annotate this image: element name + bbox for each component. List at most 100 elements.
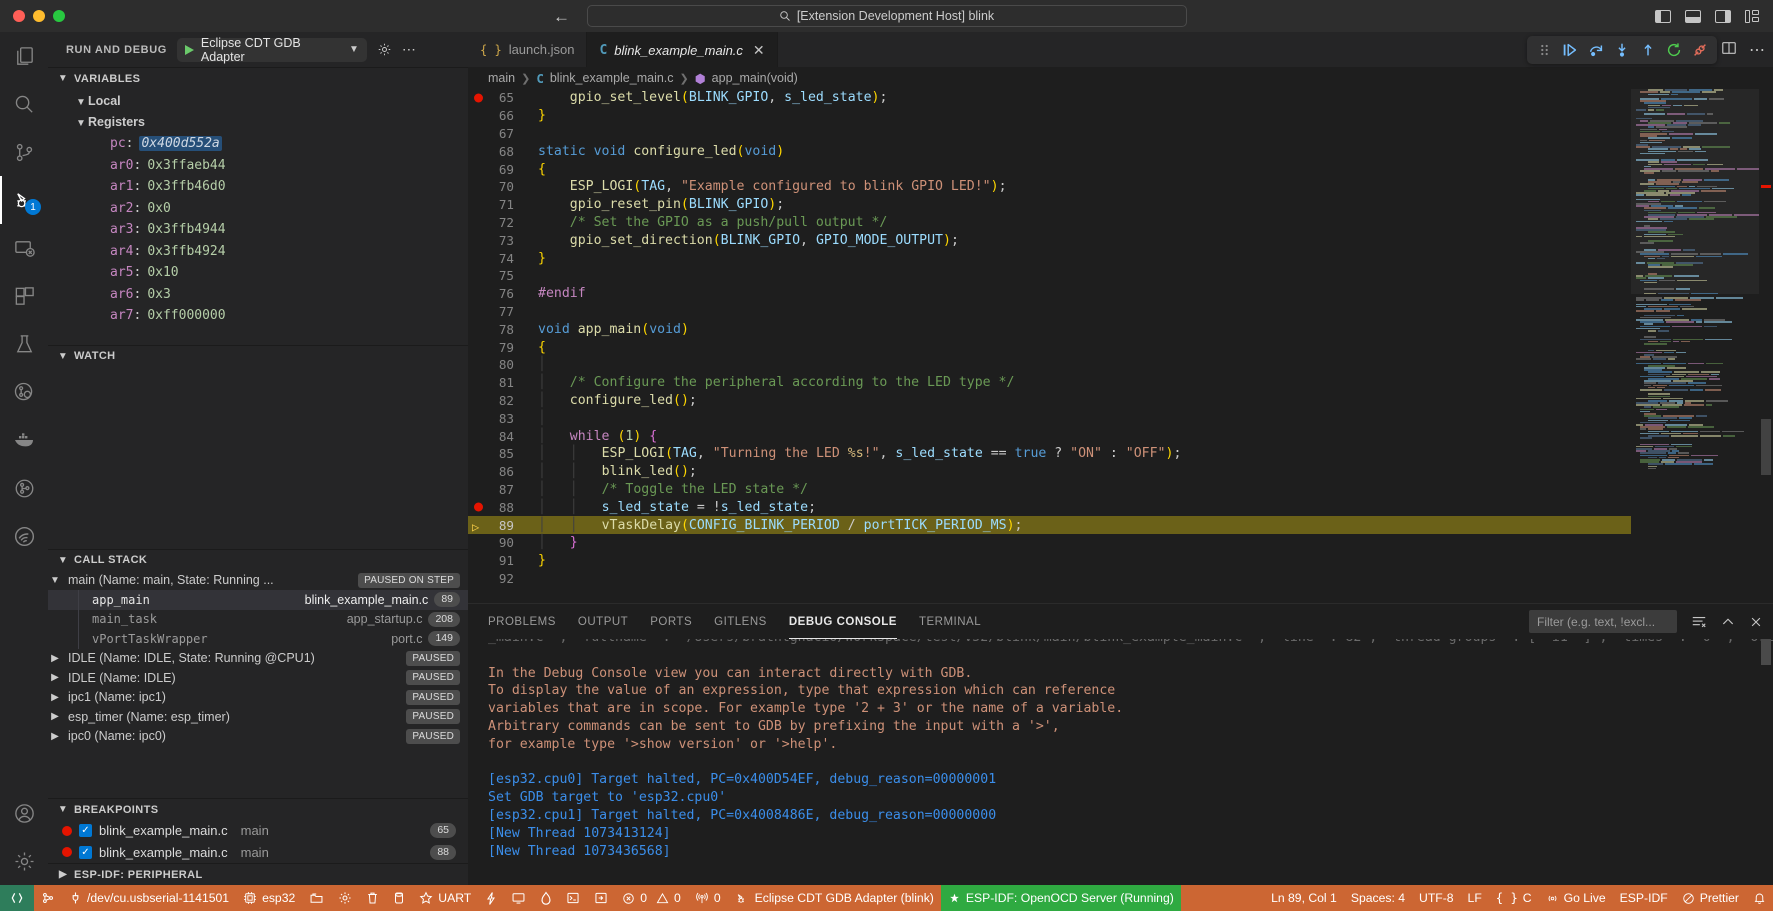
line-number[interactable]: 77 — [468, 304, 526, 319]
encoding-button[interactable]: UTF-8 — [1412, 885, 1461, 911]
build-folder-button[interactable] — [302, 885, 331, 911]
idf-monitor-button[interactable] — [533, 885, 559, 911]
variable-value[interactable]: 0x3 — [147, 287, 170, 302]
console-scrollbar-thumb[interactable] — [1761, 639, 1771, 665]
sidebar-item-source-control[interactable] — [0, 128, 48, 176]
qemu-button[interactable] — [587, 885, 615, 911]
variable-row[interactable]: ar2:0x0 — [48, 198, 468, 220]
breakpoint-checkbox[interactable]: ✓ — [79, 824, 92, 837]
clear-console-button[interactable] — [1691, 614, 1707, 630]
code-content[interactable]: 65 gpio_set_level(BLINK_GPIO, s_led_stat… — [468, 89, 1631, 603]
variable-row[interactable]: pc:0x400d552a — [48, 133, 468, 155]
line-number[interactable]: 69 — [468, 162, 526, 177]
more-actions-button[interactable]: ⋯ — [1749, 40, 1765, 60]
sidebar-item-docker[interactable] — [0, 416, 48, 464]
variable-value[interactable]: 0x3ffb4944 — [147, 222, 225, 237]
callstack-frame[interactable]: vPortTaskWrapper port.c 149 — [48, 629, 468, 649]
restart-button[interactable] — [1661, 37, 1687, 63]
chevron-right-icon[interactable]: ▶ — [48, 711, 62, 722]
full-clean-button[interactable] — [359, 885, 386, 911]
line-number[interactable]: 73 — [468, 233, 526, 248]
variables-group-local[interactable]: ▼Local — [48, 90, 468, 112]
code-line[interactable]: 83│ — [468, 409, 1631, 427]
chevron-right-icon[interactable]: ▶ — [48, 672, 62, 683]
section-watch-header[interactable]: ▼ WATCH — [48, 345, 468, 367]
variable-row[interactable]: ar1:0x3ffb46d0 — [48, 176, 468, 198]
variable-value[interactable]: 0x10 — [147, 265, 178, 280]
customize-layout-button[interactable] — [1745, 10, 1761, 23]
debug-console-output[interactable]: _main.c' , 'fullname' : '/Users/brathtgn… — [468, 639, 1773, 885]
line-number[interactable]: 70 — [468, 179, 526, 194]
tab-terminal[interactable]: TERMINAL — [919, 604, 981, 639]
minimize-window-button[interactable] — [33, 10, 45, 22]
code-line[interactable]: 84│ while (1) { — [468, 427, 1631, 445]
monitor-device-button[interactable] — [504, 885, 533, 911]
code-line[interactable]: 68static void configure_led(void) — [468, 142, 1631, 160]
code-line[interactable]: 80│ — [468, 356, 1631, 374]
code-line[interactable]: 81│ /* Configure the peripheral accordin… — [468, 374, 1631, 392]
open-terminal-button[interactable] — [559, 885, 587, 911]
gear-icon[interactable] — [377, 42, 392, 57]
tab-problems[interactable]: PROBLEMS — [488, 604, 556, 639]
remote-window-button[interactable] — [0, 885, 34, 911]
quick-open-input[interactable]: [Extension Development Host] blink — [587, 5, 1187, 27]
code-line[interactable]: 67 — [468, 125, 1631, 143]
toggle-secondary-sidebar-button[interactable] — [1715, 10, 1731, 23]
variable-value[interactable]: 0x3ffb4924 — [147, 244, 225, 259]
line-number[interactable]: 75 — [468, 268, 526, 283]
line-number[interactable]: 72 — [468, 215, 526, 230]
variable-row[interactable]: ar5:0x10 — [48, 262, 468, 284]
variable-value[interactable]: 0x3ffb46d0 — [147, 179, 225, 194]
line-number[interactable]: 71 — [468, 197, 526, 212]
flash-method-button[interactable]: UART — [412, 885, 478, 911]
variable-value[interactable]: 0x400d552a — [139, 136, 221, 151]
close-icon[interactable]: ✕ — [753, 43, 765, 57]
code-line[interactable]: 65 gpio_set_level(BLINK_GPIO, s_led_stat… — [468, 89, 1631, 107]
variable-row[interactable]: ar7:0xff000000 — [48, 305, 468, 327]
line-number[interactable]: 88 — [468, 500, 526, 515]
tab-gitlens[interactable]: GITLENS — [714, 604, 767, 639]
split-editor-button[interactable] — [1721, 40, 1737, 59]
tab-launch-json[interactable]: { } launch.json — [468, 32, 587, 67]
line-number[interactable]: 82 — [468, 393, 526, 408]
sidebar-item-search[interactable] — [0, 80, 48, 128]
console-scrollbar[interactable] — [1759, 639, 1773, 885]
variable-value[interactable]: 0x0 — [147, 201, 170, 216]
line-number[interactable]: 91 — [468, 553, 526, 568]
line-number[interactable]: 83 — [468, 411, 526, 426]
chevron-right-icon[interactable]: ▶ — [48, 653, 62, 664]
section-variables-header[interactable]: ▼ VARIABLES — [48, 67, 468, 89]
problems-warnings-button[interactable]: 0 — [654, 885, 688, 911]
tab-blink-example-main-c[interactable]: C blink_example_main.c ✕ — [587, 32, 777, 67]
variable-row[interactable]: ar3:0x3ffb4944 — [48, 219, 468, 241]
variable-value[interactable]: 0xff000000 — [147, 308, 225, 323]
sidebar-item-remote-explorer[interactable] — [0, 224, 48, 272]
debug-session-button[interactable]: Eclipse CDT GDB Adapter (blink) — [728, 885, 941, 911]
code-line[interactable]: 77 — [468, 303, 1631, 321]
sidebar-item-git-graph[interactable] — [0, 464, 48, 512]
notifications-button[interactable] — [1746, 885, 1773, 911]
step-out-button[interactable] — [1635, 37, 1661, 63]
code-line[interactable]: 91} — [468, 552, 1631, 570]
callstack-frame[interactable]: main_task app_startup.c 208 — [48, 610, 468, 630]
callstack-thread[interactable]: ▶ esp_timer (Name: esp_timer) PAUSED — [48, 707, 468, 727]
code-line[interactable]: 90│ } — [468, 534, 1631, 552]
start-debugging-icon[interactable] — [185, 45, 194, 55]
code-line[interactable]: 87│ │ /* Toggle the LED state */ — [468, 481, 1631, 499]
continue-button[interactable] — [1557, 37, 1583, 63]
section-peripheral-header[interactable]: ▶ ESP-IDF: PERIPHERAL — [48, 863, 468, 885]
callstack-thread[interactable]: ▶ ipc1 (Name: ipc1) PAUSED — [48, 688, 468, 708]
sidebar-item-extensions[interactable] — [0, 272, 48, 320]
callstack-frame[interactable]: app_main blink_example_main.c 89 — [48, 590, 468, 610]
line-number[interactable]: 78 — [468, 322, 526, 337]
line-number[interactable]: 79 — [468, 340, 526, 355]
variable-row[interactable]: ar6:0x3 — [48, 284, 468, 306]
console-filter-input[interactable]: Filter (e.g. text, !excl... — [1529, 610, 1677, 633]
code-line[interactable]: 70 ESP_LOGI(TAG, "Example configured to … — [468, 178, 1631, 196]
openocd-server-status[interactable]: ESP-IDF: OpenOCD Server (Running) — [941, 885, 1181, 911]
tab-output[interactable]: OUTPUT — [578, 604, 628, 639]
tab-ports[interactable]: PORTS — [650, 604, 692, 639]
callstack-thread[interactable]: ▶ ipc0 (Name: ipc0) PAUSED — [48, 727, 468, 747]
maximize-panel-button[interactable] — [1721, 615, 1735, 629]
flash-device-button[interactable] — [386, 885, 412, 911]
